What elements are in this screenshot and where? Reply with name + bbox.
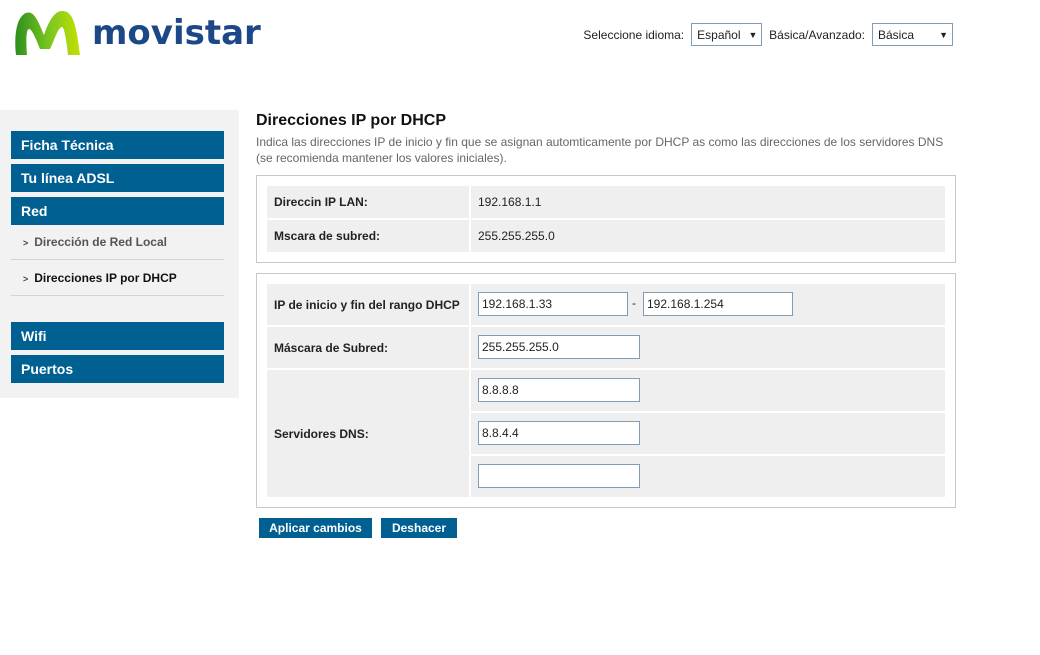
page-title: Direcciones IP por DHCP [256,112,446,129]
sidebar-subitem-label: Dirección de Red Local [34,235,167,249]
sidebar-item-puertos[interactable]: Puertos [11,355,224,383]
bullet-icon: > [23,274,29,284]
dns2-input[interactable] [478,421,640,445]
dhcp-range-start-input[interactable] [478,292,628,316]
sidebar-item-tu-linea-adsl[interactable]: Tu línea ADSL [11,164,224,192]
sidebar-subitem-label: Direcciones IP por DHCP [34,271,177,285]
dns2-cell [471,413,945,454]
lan-ip-label: Direccin IP LAN: [267,186,469,218]
language-select[interactable]: Español ▼ [691,23,763,46]
sidebar-subitem-direccion-red-local[interactable]: > Dirección de Red Local [11,224,224,260]
sidebar-item-ficha-tecnica[interactable]: Ficha Técnica [11,131,224,159]
language-select-value: Español [697,27,741,42]
sidebar: Ficha Técnica Tu línea ADSL Red > Direcci… [0,110,239,398]
sidebar-subitem-direcciones-ip-dhcp[interactable]: > Direcciones IP por DHCP [11,260,224,296]
dhcp-mask-row: Máscara de Subred: [267,327,945,368]
page-description: Indica las direcciones IP de inicio y fi… [256,135,944,165]
mode-select[interactable]: Básica ▼ [872,23,953,46]
main-content: Direcciones IP por DHCP Indica las direc… [256,112,956,166]
mode-label: Básica/Avanzado: [769,27,865,42]
lan-mask-row: Mscara de subred: 255.255.255.0 [267,220,945,252]
dhcp-range-cell: - [471,284,945,325]
lan-mask-label: Mscara de subred: [267,220,469,252]
dns-row: Servidores DNS: [267,370,945,497]
lan-mask-value: 255.255.255.0 [471,220,945,252]
subnet-mask-input[interactable] [478,335,640,359]
dhcp-range-end-input[interactable] [643,292,793,316]
sidebar-item-red[interactable]: Red [11,197,224,225]
dhcp-mask-label: Máscara de Subred: [267,327,469,368]
dhcp-range-label: IP de inicio y fin del rango DHCP [267,284,469,325]
lan-ip-row: Direccin IP LAN: 192.168.1.1 [267,186,945,218]
dns1-input[interactable] [478,378,640,402]
dhcp-panel: IP de inicio y fin del rango DHCP - Másc… [256,273,956,508]
chevron-down-icon: ▼ [939,29,948,40]
brand-name: movistar [92,13,261,53]
movistar-m-icon [15,11,80,55]
dns3-input[interactable] [478,464,640,488]
dns-label: Servidores DNS: [267,370,469,497]
chevron-down-icon: ▼ [748,29,758,40]
language-bar: Seleccione idioma: Español ▼ Básica/Avan… [583,22,953,47]
language-label: Seleccione idioma: [583,27,685,42]
sidebar-item-wifi[interactable]: Wifi [11,322,224,350]
dns1-cell [471,370,945,411]
dhcp-range-row: IP de inicio y fin del rango DHCP - [267,284,945,325]
lan-ip-value: 192.168.1.1 [471,186,945,218]
movistar-logo: movistar [12,7,261,59]
dhcp-mask-cell [471,327,945,368]
dns3-cell [471,456,945,497]
range-separator: - [632,296,636,310]
bullet-icon: > [23,238,29,248]
undo-button[interactable]: Deshacer [381,518,457,538]
mode-select-value: Básica [878,27,915,42]
lan-info-panel: Direccin IP LAN: 192.168.1.1 Mscara de s… [256,175,956,263]
apply-changes-button[interactable]: Aplicar cambios [259,518,372,538]
